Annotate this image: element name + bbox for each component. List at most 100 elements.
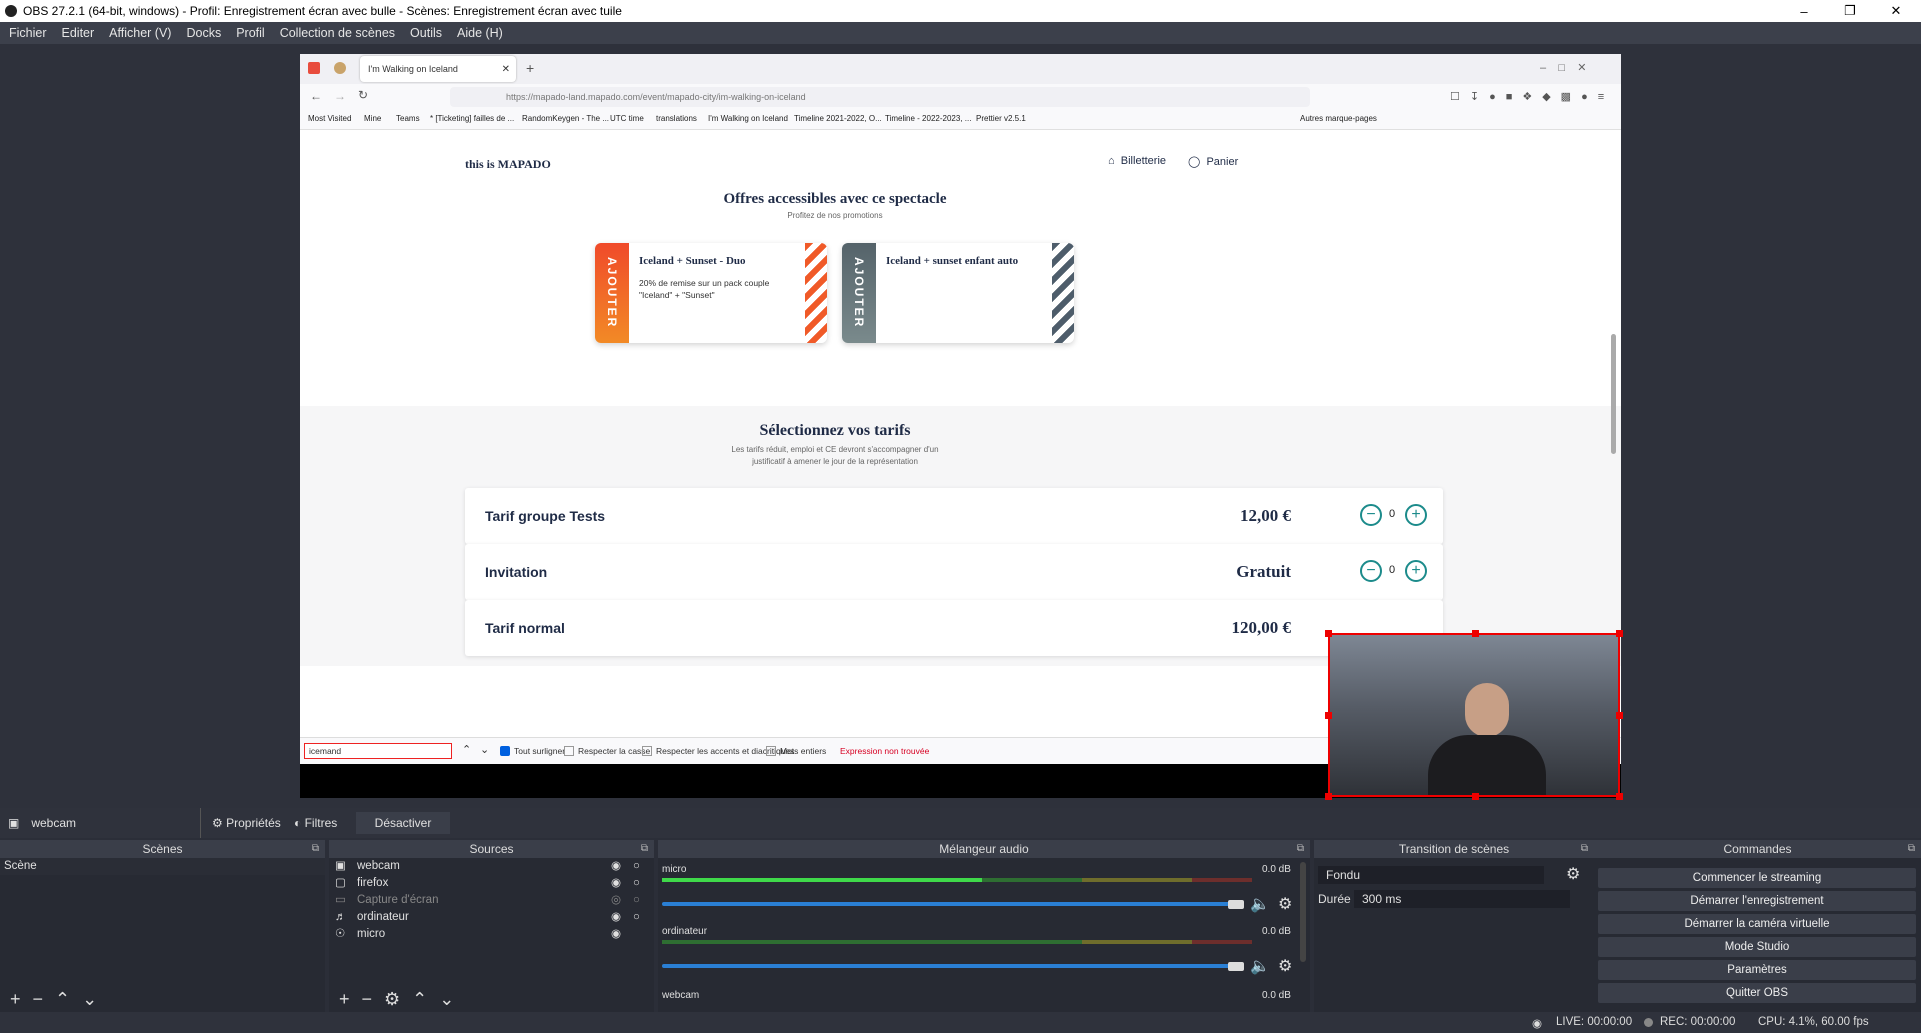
plus-icon[interactable]: + — [1405, 504, 1427, 526]
mixer-scrollbar[interactable] — [1300, 862, 1306, 962]
deactivate-button[interactable]: Désactiver — [356, 812, 450, 834]
move-down-icon[interactable]: ⌄ — [439, 989, 454, 1010]
browser-tab[interactable]: I'm Walking on Iceland ✕ — [360, 56, 516, 82]
menu-edit[interactable]: Editer — [62, 26, 95, 40]
bookmark-item[interactable]: translations — [656, 114, 697, 123]
resize-handle[interactable] — [1472, 630, 1479, 637]
settings-button[interactable]: Paramètres — [1598, 960, 1916, 980]
undock-icon[interactable]: ⧉ — [641, 840, 648, 858]
properties-button[interactable]: ⚙ Propriétés — [212, 816, 281, 830]
eye-icon[interactable]: ◉ — [611, 909, 621, 926]
menu-docks[interactable]: Docks — [186, 26, 221, 40]
transition-select[interactable]: Fondu — [1318, 866, 1544, 884]
gear-icon[interactable]: ⚙ — [1278, 956, 1292, 976]
eye-icon[interactable]: ◉ — [611, 858, 621, 875]
whole-words-checkbox[interactable] — [766, 746, 776, 756]
bookmark-item[interactable]: * [Ticketing] failles de ... — [430, 114, 514, 123]
highlight-all-checkbox[interactable] — [500, 746, 510, 756]
volume-slider[interactable] — [662, 964, 1238, 968]
url-field[interactable]: https://mapado-land.mapado.com/event/map… — [450, 87, 1310, 107]
bookmark-item[interactable]: Prettier v2.5.1 — [976, 114, 1026, 123]
speaker-icon[interactable]: 🔈 — [1250, 894, 1270, 914]
offer-add-button[interactable]: AJOUTER — [595, 243, 629, 343]
back-icon[interactable]: ← — [310, 89, 322, 103]
resize-handle[interactable] — [1325, 793, 1332, 800]
bookmark-item[interactable]: Teams — [396, 114, 420, 123]
find-next-icon[interactable]: ⌄ — [480, 743, 489, 756]
resize-handle[interactable] — [1616, 630, 1623, 637]
start-streaming-button[interactable]: Commencer le streaming — [1598, 868, 1916, 888]
eye-hidden-icon[interactable]: ◎ — [611, 892, 621, 909]
remove-icon[interactable]: − — [33, 989, 44, 1010]
forward-icon[interactable]: → — [334, 89, 346, 103]
source-item[interactable]: ▭ Capture d'écran ◎ ○ — [329, 892, 654, 909]
menu-profile[interactable]: Profil — [236, 26, 264, 40]
source-item[interactable]: ▢ firefox ◉ ○ — [329, 875, 654, 892]
move-up-icon[interactable]: ⌃ — [55, 989, 70, 1010]
bookmark-item-others[interactable]: Autres marque-pages — [1300, 114, 1377, 123]
undock-icon[interactable]: ⧉ — [312, 840, 319, 858]
undock-icon[interactable]: ⧉ — [1908, 840, 1915, 858]
menu-view[interactable]: Afficher (V) — [109, 26, 171, 40]
menu-tools[interactable]: Outils — [410, 26, 442, 40]
find-prev-icon[interactable]: ⌃ — [462, 743, 471, 756]
gmail-icon[interactable] — [308, 62, 320, 74]
resize-handle[interactable] — [1325, 630, 1332, 637]
bookmark-item[interactable]: Mine — [364, 114, 381, 123]
move-up-icon[interactable]: ⌃ — [412, 989, 427, 1010]
menu-file[interactable]: Fichier — [9, 26, 47, 40]
offer-card[interactable]: AJOUTER Iceland + Sunset - Duo 20% de re… — [595, 243, 827, 343]
bookmark-item[interactable]: Timeline 2021-2022, O... — [794, 114, 882, 123]
studio-mode-button[interactable]: Mode Studio — [1598, 937, 1916, 957]
resize-handle[interactable] — [1616, 712, 1623, 719]
resize-handle[interactable] — [1472, 793, 1479, 800]
volume-slider-knob[interactable] — [1228, 962, 1244, 971]
move-down-icon[interactable]: ⌄ — [82, 989, 97, 1010]
bookmark-item[interactable]: Timeline - 2022-2023, ... — [885, 114, 971, 123]
minus-icon[interactable]: − — [1360, 504, 1382, 526]
browser-window-controls[interactable]: – □ ✕ — [1540, 61, 1586, 74]
eye-icon[interactable]: ◉ — [611, 926, 621, 943]
minus-icon[interactable]: − — [1360, 560, 1382, 582]
start-virtual-camera-button[interactable]: Démarrer la caméra virtuelle — [1598, 914, 1916, 934]
bookmark-item[interactable]: UTC time — [610, 114, 644, 123]
maximize-button[interactable]: ❐ — [1827, 0, 1873, 22]
tab-close-icon[interactable]: ✕ — [502, 64, 510, 75]
add-icon[interactable]: + — [339, 989, 350, 1010]
offer-add-button[interactable]: AJOUTER — [842, 243, 876, 343]
page-scrollbar[interactable] — [1611, 334, 1616, 454]
speaker-icon[interactable]: 🔈 — [1250, 956, 1270, 976]
match-diacritics-checkbox[interactable] — [642, 746, 652, 756]
remove-icon[interactable]: − — [362, 989, 373, 1010]
nav-cart[interactable]: ◯ Panier — [1188, 155, 1238, 168]
minimize-button[interactable]: – — [1781, 0, 1827, 22]
close-button[interactable]: ✕ — [1873, 0, 1919, 22]
eye-icon[interactable]: ◉ — [611, 875, 621, 892]
menu-scene-collection[interactable]: Collection de scènes — [280, 26, 395, 40]
plus-icon[interactable]: + — [1405, 560, 1427, 582]
duration-spinbox[interactable]: 300 ms — [1354, 890, 1570, 908]
new-tab-icon[interactable]: + — [526, 60, 534, 76]
offer-card[interactable]: AJOUTER Iceland + sunset enfant auto — [842, 243, 1074, 343]
pinned-tab-icon[interactable] — [334, 62, 346, 74]
lock-icon[interactable]: ○ — [633, 858, 640, 875]
find-input[interactable]: icemand — [304, 743, 452, 759]
resize-handle[interactable] — [1616, 793, 1623, 800]
exit-button[interactable]: Quitter OBS — [1598, 983, 1916, 1003]
site-logo[interactable]: this is MAPADO — [465, 157, 551, 172]
volume-slider[interactable] — [662, 902, 1238, 906]
add-icon[interactable]: + — [10, 989, 21, 1010]
lock-icon[interactable]: ○ — [633, 909, 640, 926]
resize-handle[interactable] — [1325, 712, 1332, 719]
match-case-checkbox[interactable] — [564, 746, 574, 756]
source-item[interactable]: ♬ ordinateur ◉ ○ — [329, 909, 654, 926]
source-item[interactable]: ☉ micro ◉ — [329, 926, 654, 943]
gear-icon[interactable]: ⚙ — [1566, 864, 1580, 884]
filters-button[interactable]: ◐ Filtres — [294, 816, 337, 830]
bookmark-item[interactable]: RandomKeygen - The ... — [522, 114, 609, 123]
lock-icon[interactable]: ○ — [633, 892, 640, 909]
scene-item[interactable]: Scène — [0, 858, 325, 875]
start-recording-button[interactable]: Démarrer l'enregistrement — [1598, 891, 1916, 911]
webcam-source[interactable] — [1325, 630, 1623, 800]
bookmark-item[interactable]: I'm Walking on Iceland — [708, 114, 788, 123]
